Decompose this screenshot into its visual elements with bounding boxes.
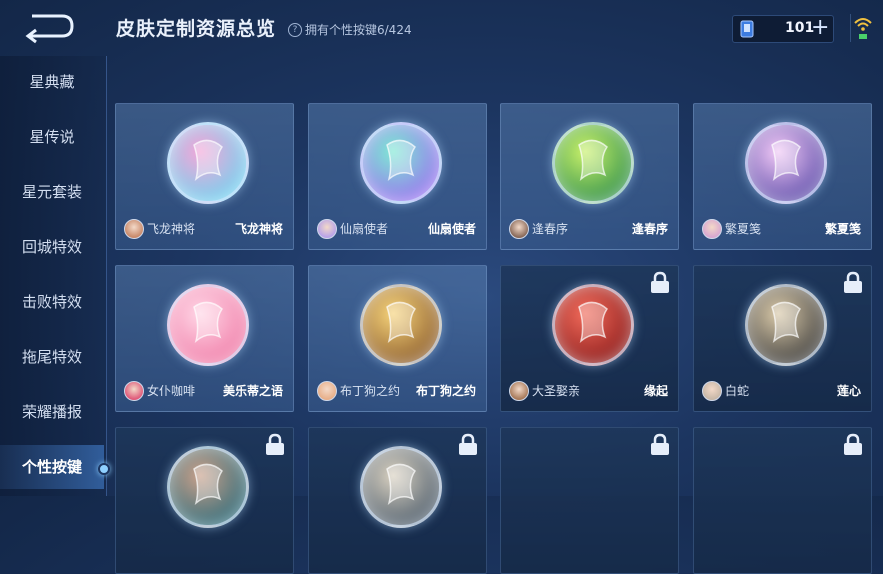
back-arrow-icon (25, 14, 74, 44)
skin-card[interactable]: 逢春序 逢春序 (500, 103, 679, 250)
owned-count-label: 拥有个性按键6/424 (305, 23, 412, 37)
emblem-icon (770, 139, 801, 182)
skin-card[interactable] (308, 427, 487, 574)
skin-card[interactable]: 布丁狗之约 布丁狗之约 (308, 265, 487, 412)
lock-icon (651, 271, 669, 293)
button-skin-orb-icon (744, 122, 827, 204)
lock-icon (651, 433, 669, 455)
active-indicator (98, 463, 110, 475)
button-skin-orb-icon (166, 122, 249, 204)
skin-card[interactable]: 繁夏笺 繁夏笺 (693, 103, 872, 250)
hero-avatar (317, 219, 337, 239)
hero-avatar (124, 381, 144, 401)
hero-avatar (509, 219, 529, 239)
sidebar-item-trail-effect[interactable]: 拖尾特效 (0, 335, 104, 379)
skin-card[interactable]: 仙扇使者 仙扇使者 (308, 103, 487, 250)
hero-avatar (509, 381, 529, 401)
hero-skin-name: 飞龙神将 (147, 222, 196, 236)
emblem-icon (192, 463, 223, 506)
skin-card[interactable] (115, 427, 294, 574)
hero-skin-name: 布丁狗之约 (340, 384, 401, 398)
emblem-icon (770, 301, 801, 344)
hero-skin-name: 逢春序 (532, 222, 569, 236)
button-skin-name: 仙扇使者 (427, 222, 476, 236)
sidebar-item-kill-effect[interactable]: 击败特效 (0, 280, 104, 324)
button-skin-name: 莲心 (836, 384, 861, 398)
sidebar-item-glory-broadcast[interactable]: 荣耀播报 (0, 390, 104, 434)
lock-icon (844, 433, 862, 455)
back-button[interactable] (22, 10, 80, 44)
emblem-icon (385, 139, 416, 182)
lock-icon (844, 271, 862, 293)
skin-card[interactable] (693, 427, 872, 574)
lock-icon (266, 433, 284, 455)
hero-skin-name: 仙扇使者 (340, 222, 389, 236)
lock-icon (459, 433, 477, 455)
sidebar-item-custom-buttons[interactable]: 个性按键 (0, 445, 110, 489)
page-title: 皮肤定制资源总览 (116, 18, 277, 40)
hero-avatar (702, 219, 722, 239)
button-skin-name: 美乐蒂之语 (222, 384, 283, 398)
top-bar: 皮肤定制资源总览 ? 拥有个性按键6/424 101 + (0, 0, 883, 56)
emblem-icon (577, 301, 608, 344)
button-skin-orb-icon (744, 284, 827, 366)
hero-avatar (317, 381, 337, 401)
skin-card[interactable]: 白蛇 莲心 (693, 265, 872, 412)
emblem-icon (192, 301, 223, 344)
sidebar-item-recall-effect[interactable]: 回城特效 (0, 225, 104, 269)
button-skin-name: 繁夏笺 (824, 222, 861, 236)
hero-avatar (124, 219, 144, 239)
sidebar-item-star-suit[interactable]: 星元套装 (0, 170, 104, 214)
hero-skin-name: 繁夏笺 (725, 222, 762, 236)
skin-card[interactable] (500, 427, 679, 574)
button-skin-orb-icon (359, 446, 442, 528)
skin-card[interactable]: 飞龙神将 飞龙神将 (115, 103, 294, 250)
hero-avatar (702, 381, 722, 401)
sidebar-item-star-legend[interactable]: 星传说 (0, 115, 104, 159)
button-skin-orb-icon (166, 284, 249, 366)
hero-skin-name: 大圣娶亲 (532, 384, 581, 398)
sidebar-item-label: 个性按键 (21, 458, 82, 476)
category-sidebar: 星典藏 星传说 星元套装 回城特效 击败特效 拖尾特效 荣耀播报 个性按键 (0, 56, 110, 496)
skin-card[interactable]: 女仆咖啡 美乐蒂之语 (115, 265, 294, 412)
question-icon[interactable]: ? (288, 22, 302, 37)
skin-card[interactable]: 大圣娶亲 缘起 (500, 265, 679, 412)
emblem-icon (577, 139, 608, 182)
button-skin-orb-icon (359, 122, 442, 204)
button-skin-orb-icon (166, 446, 249, 528)
wifi-signal-icon (854, 18, 872, 39)
currency-amount: 101 (785, 20, 815, 36)
button-skin-name: 逢春序 (631, 222, 668, 236)
button-skin-orb-icon (359, 284, 442, 366)
emblem-icon (385, 463, 416, 506)
add-currency-button[interactable]: + (811, 16, 829, 40)
sidebar-item-star-collection[interactable]: 星典藏 (0, 60, 104, 104)
button-skin-name: 布丁狗之约 (415, 384, 476, 398)
emblem-icon (192, 139, 223, 182)
hero-skin-name: 白蛇 (725, 384, 750, 398)
gem-card-icon (740, 20, 754, 38)
owned-count: ? 拥有个性按键6/424 (288, 21, 412, 38)
button-skin-name: 飞龙神将 (234, 222, 283, 236)
emblem-icon (385, 301, 416, 344)
button-skin-name: 缘起 (643, 384, 668, 398)
button-skin-orb-icon (551, 284, 634, 366)
currency-display: 101 + (732, 15, 834, 43)
hero-skin-name: 女仆咖啡 (147, 384, 196, 398)
signal-status (850, 14, 873, 42)
button-skin-orb-icon (551, 122, 634, 204)
